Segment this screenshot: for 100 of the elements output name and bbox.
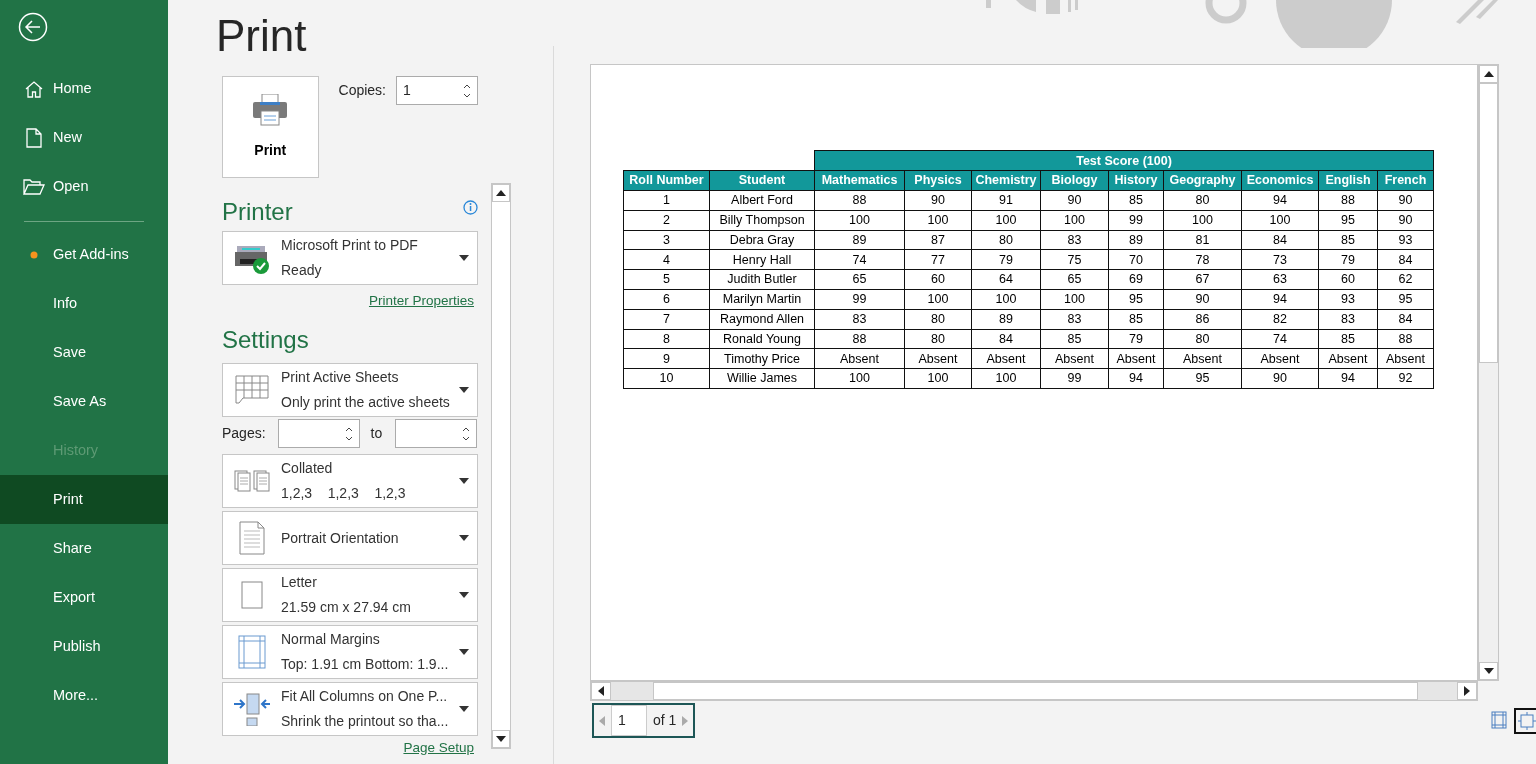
portrait-page-icon — [239, 520, 265, 555]
table-group-header: Test Score (100) — [814, 150, 1434, 171]
table-cell: 100 — [971, 368, 1041, 389]
back-button[interactable] — [18, 12, 48, 42]
nav-item[interactable]: New — [0, 113, 168, 162]
page-range-spinner[interactable] — [277, 419, 360, 449]
page-setup-link[interactable]: Page Setup — [403, 737, 474, 758]
nav-item[interactable]: Info — [0, 279, 168, 328]
table-cell: 90 — [904, 190, 972, 211]
table-cell: 88 — [814, 329, 905, 349]
nav-item[interactable]: Save As — [0, 377, 168, 426]
table-cell: 85 — [1108, 309, 1164, 330]
print-button[interactable]: Print — [222, 76, 319, 179]
nav-item[interactable]: Export — [0, 573, 168, 622]
printer-properties-link[interactable]: Printer Properties — [368, 291, 474, 312]
table-cell: Albert Ford — [709, 190, 815, 211]
table-cell: 90 — [1241, 368, 1319, 389]
table-cell: 69 — [1108, 269, 1164, 290]
section-heading: Printer — [222, 200, 293, 225]
page-number-field[interactable]: 1 — [611, 705, 647, 737]
table-cell: 93 — [1377, 230, 1434, 250]
previous-page-icon — [599, 715, 605, 726]
table-cell: 95 — [1108, 289, 1164, 310]
table-cell: 99 — [1040, 368, 1109, 389]
page-navigator[interactable]: 1 of 1 — [592, 703, 696, 739]
table-cell: 80 — [904, 309, 972, 330]
table-cell: 9 — [623, 348, 710, 369]
table-cell: 81 — [1163, 230, 1242, 250]
table-cell: 60 — [904, 269, 972, 290]
nav-item[interactable]: Open — [0, 162, 168, 211]
preview-horizontal-scrollbar[interactable] — [590, 681, 1478, 702]
table-cell: 83 — [814, 309, 905, 330]
settings-dropdown[interactable]: Letter 21.59 cm x 27.94 cm — [222, 567, 478, 622]
nav-item[interactable]: Publish — [0, 622, 168, 671]
settings-dropdown[interactable]: Collated 1,2,3 1,2,3 1,2,3 — [222, 453, 478, 508]
copies-spinner[interactable]: 1 — [396, 76, 478, 106]
table-cell: Absent — [814, 348, 905, 369]
nav-item[interactable]: More... — [0, 671, 168, 720]
nav-item[interactable]: Save — [0, 328, 168, 377]
table-cell: 89 — [1108, 230, 1164, 250]
table-cell: Henry Hall — [709, 249, 815, 270]
table-cell: 92 — [1377, 368, 1434, 389]
table-cell: 83 — [1040, 230, 1109, 250]
table-cell: 75 — [1040, 249, 1109, 270]
preview-vertical-scrollbar[interactable] — [1478, 64, 1499, 682]
settings-dropdown[interactable]: Portrait Orientation — [222, 510, 478, 565]
table-cell: 65 — [1040, 269, 1109, 290]
table-cell: 100 — [814, 210, 905, 231]
table-cell: Raymond Allen — [709, 309, 815, 330]
zoom-to-page-button[interactable] — [1514, 707, 1536, 734]
settings-dropdown[interactable]: Print Active Sheets Only print the active sheets — [222, 362, 478, 417]
table-cell: 99 — [814, 289, 905, 310]
table-cell: 85 — [1108, 190, 1164, 211]
nav-item[interactable]: Home — [0, 64, 168, 113]
table-cell: 100 — [971, 210, 1041, 231]
printer-dropdown[interactable]: Microsoft Print to PDF Ready — [222, 231, 478, 286]
table-cell: 6 — [623, 289, 710, 310]
table-cell: 62 — [1377, 269, 1434, 290]
collated-pages-icon — [234, 468, 270, 493]
settings-scrollbar[interactable] — [491, 183, 511, 750]
table-cell: 85 — [1318, 329, 1378, 349]
table-cell: 100 — [904, 368, 972, 389]
table-cell: 88 — [1377, 329, 1434, 349]
scroll-right-icon — [1464, 686, 1470, 697]
table-cell: 100 — [1040, 289, 1109, 310]
table-cell: 100 — [1241, 210, 1319, 231]
table-cell: Marilyn Martin — [709, 289, 815, 310]
table-cell: 80 — [971, 230, 1041, 250]
table-cell: Absent — [1163, 348, 1242, 369]
column-header: Roll Number — [623, 170, 710, 191]
table-cell: 2 — [623, 210, 710, 231]
table-cell: Willie James — [709, 368, 815, 389]
page-range-spinner[interactable] — [395, 419, 478, 449]
settings-dropdown[interactable]: Fit All Columns on One P... Shrink the printout so tha... — [222, 681, 478, 736]
printer-icon — [252, 93, 289, 126]
table-cell: 86 — [1163, 309, 1242, 330]
table-cell: 80 — [1163, 329, 1242, 349]
table-cell: 63 — [1241, 269, 1319, 290]
table-cell: Timothy Price — [709, 348, 815, 369]
document-icon — [26, 127, 42, 148]
table-cell: 94 — [1108, 368, 1164, 389]
table-cell: 64 — [971, 269, 1041, 290]
margins-icon — [238, 634, 266, 669]
table-cell: 88 — [814, 190, 905, 211]
nav-item[interactable]: Print — [0, 475, 168, 524]
table-cell: 100 — [1040, 210, 1109, 231]
table-cell: 100 — [904, 289, 972, 310]
settings-dropdown[interactable]: Normal Margins Top: 1.91 cm Bottom: 1.9... — [222, 624, 478, 679]
nav-item[interactable]: Share — [0, 524, 168, 573]
bullet-dot-icon — [30, 250, 38, 259]
caret-icon — [459, 591, 469, 598]
table-cell: 100 — [904, 210, 972, 231]
table-cell: 80 — [904, 329, 972, 349]
table-cell: 100 — [814, 368, 905, 389]
pages-label: Pages: — [222, 424, 266, 444]
blank-page-icon — [241, 580, 263, 609]
table-cell: 73 — [1241, 249, 1319, 270]
nav-item[interactable]: Get Add-ins — [0, 230, 168, 279]
table-cell: 85 — [1318, 230, 1378, 250]
table-cell: 70 — [1108, 249, 1164, 270]
